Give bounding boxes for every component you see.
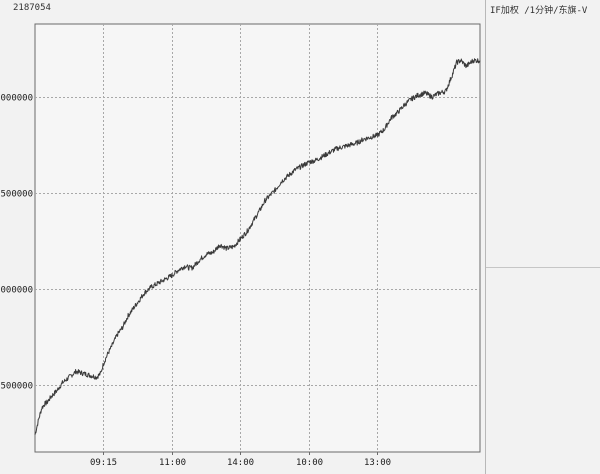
y-tick-label: 500000 bbox=[0, 382, 33, 392]
x-tick-label: 11:00 bbox=[159, 458, 186, 468]
x-tick-label: 09:15 bbox=[90, 458, 117, 468]
y-tick-label: 1500000 bbox=[0, 190, 33, 200]
plot-area bbox=[34, 23, 481, 453]
instrument-title: IF加权 /1分钟/东旗-V bbox=[490, 6, 588, 16]
chart-panel: 2187054 500000100000015000002000000 09:1… bbox=[0, 0, 485, 474]
side-panel-top: IF加权 /1分钟/东旗-V bbox=[486, 0, 600, 268]
x-tick-label: 14:00 bbox=[227, 458, 254, 468]
y-tick-labels: 500000 1000000 1500000 2000000 bbox=[0, 94, 33, 392]
x-tick-label: 10:00 bbox=[296, 458, 323, 468]
y-tick-label: 2000000 bbox=[0, 94, 33, 104]
side-panel: IF加权 /1分钟/东旗-V bbox=[485, 0, 600, 474]
x-tick-labels: 09:15 11:00 14:00 10:00 13:00 bbox=[90, 458, 391, 468]
x-tick-label: 13:00 bbox=[364, 458, 391, 468]
price-chart: 500000 1000000 1500000 2000000 09:15 11:00 14… bbox=[0, 23, 481, 468]
y-tick-label: 1000000 bbox=[0, 286, 33, 296]
